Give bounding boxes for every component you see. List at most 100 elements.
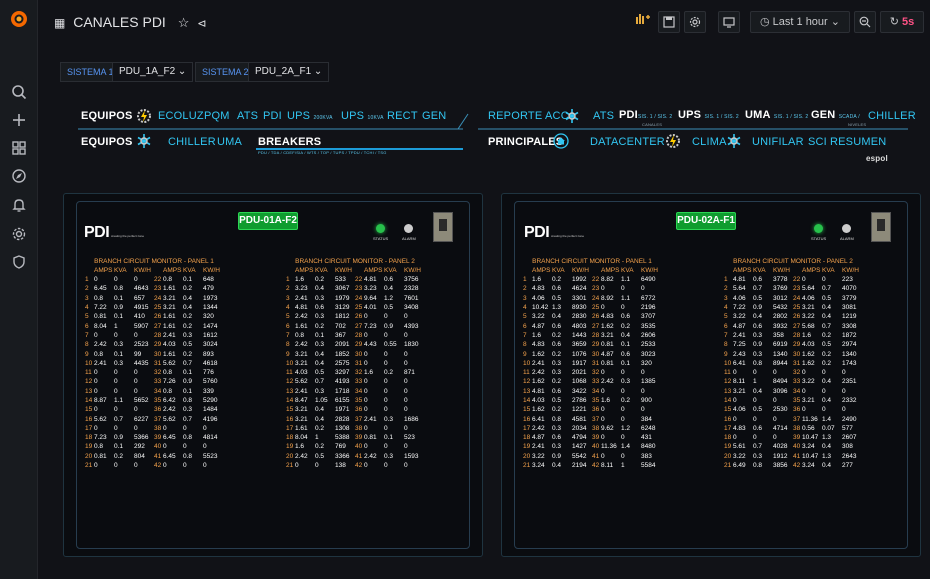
variable-select-sistema-1[interactable]: PDU_1A_F2 ⌄ (112, 62, 194, 82)
circuit-value: 0 (842, 406, 846, 414)
nav-link-datacenter[interactable]: DATACENTER (590, 136, 665, 148)
circuit-number: 1 (286, 276, 290, 284)
circuit-number: 7 (724, 331, 728, 339)
circuit-value: 3.22 (802, 378, 815, 386)
dashboard-title[interactable]: ▦ CANALES PDI ☆ ⊲ (54, 14, 206, 31)
nav-link-uma[interactable]: UMA (217, 136, 242, 148)
refresh-button[interactable]: ↻ 5s (880, 11, 924, 33)
circuit-value: 8930 (572, 304, 587, 312)
circuit-value: 0 (733, 397, 737, 404)
circuit-value: 0 (94, 462, 98, 470)
nav-link-unifilar[interactable]: UNIFILAR (752, 136, 804, 148)
circuit-value: 0 (94, 331, 98, 339)
search-icon[interactable] (10, 84, 28, 102)
circuit-value: 1912 (773, 452, 788, 460)
add-panel-icon[interactable] (632, 11, 654, 33)
tv-mode-icon[interactable] (718, 11, 740, 33)
circuit-number: 27 (793, 322, 801, 330)
circuit-number: 38 (355, 424, 363, 432)
circuit-value: 8494 (773, 378, 788, 386)
circuit-value: 2523 (134, 341, 149, 349)
circuit-number: 24 (355, 294, 363, 302)
circuit-value: 0 (404, 387, 408, 395)
circuit-value: 0.1 (114, 294, 124, 302)
nav-link-chiller-2[interactable]: CHILLER (868, 110, 916, 122)
circuit-value: 8.04 (295, 434, 308, 442)
circuit-value: 0 (404, 397, 408, 404)
nav-link-sci[interactable]: SCI (808, 136, 827, 148)
circuit-value: 1.1 (621, 294, 631, 302)
circuit-value: 0 (364, 359, 368, 367)
nav-link-ecoluz[interactable]: ECOLUZ (158, 110, 204, 122)
circuit-value: 6772 (641, 294, 656, 302)
nav-link-pqm[interactable]: PQM (204, 110, 230, 122)
star-icon[interactable]: ☆ (178, 15, 190, 30)
nav-link-resumen[interactable]: RESUMEN (830, 136, 886, 148)
circuit-value: 410 (134, 313, 145, 321)
circuit-value: 1 (621, 462, 625, 470)
gear-icon[interactable] (10, 226, 28, 244)
plus-icon[interactable] (10, 112, 28, 130)
shield-icon[interactable] (10, 254, 28, 272)
circuit-number: 35 (592, 397, 600, 404)
nav-link-uma-2[interactable]: UMA SIS. 1 / SIS. 2 (745, 109, 808, 121)
grafana-logo[interactable] (9, 9, 29, 29)
share-icon[interactable]: ⊲ (197, 18, 206, 30)
board-title: BRANCH CIRCUIT MONITOR - PANEL 2 (733, 257, 853, 265)
bell-icon[interactable] (10, 197, 28, 215)
nav-link-ups-10[interactable]: UPS 10KVA (341, 110, 384, 122)
nav-link-clima[interactable]: CLIMA (692, 136, 727, 148)
dashboards-icon[interactable] (10, 140, 28, 158)
nav-link-chiller[interactable]: CHILLER (168, 136, 216, 148)
circuit-value: 1076 (572, 350, 587, 358)
circuit-value: 4.87 (733, 322, 746, 330)
nav-link-reporte-acc[interactable]: REPORTE ACC (488, 110, 569, 122)
circuit-number: 12 (523, 378, 531, 386)
sidebar (0, 0, 38, 579)
circuit-number: 3 (286, 294, 290, 302)
circuit-number: 9 (286, 350, 290, 358)
circuit-value: 8.87 (94, 397, 107, 404)
nav-link-ats-2[interactable]: ATS (593, 110, 614, 122)
circuit-number: 17 (724, 424, 732, 432)
circuit-number: 1 (724, 276, 728, 284)
circuit-number: 36 (793, 406, 801, 414)
nav-link-rect[interactable]: RECT (387, 110, 418, 122)
home-icon[interactable] (553, 133, 569, 149)
time-range-picker[interactable]: ◷ Last 1 hour ⌄ (750, 11, 850, 33)
circuit-number: 17 (85, 424, 93, 432)
nav-link-breakers[interactable]: BREAKERS (258, 136, 321, 148)
circuit-value: 8.47 (295, 397, 308, 404)
circuit-number: 28 (592, 331, 600, 339)
circuit-value: 0 (641, 406, 645, 414)
nav-link-pdi[interactable]: PDI (263, 110, 282, 122)
circuit-value: 0.7 (822, 285, 832, 293)
nav-link-gen[interactable]: GEN (422, 110, 446, 122)
nav-link-ups-200[interactable]: UPS 200KVA (287, 110, 333, 122)
settings-icon[interactable] (684, 11, 706, 33)
circuit-value: 3.22 (532, 313, 545, 321)
zoom-out-icon[interactable] (854, 11, 876, 33)
nav-link-ups-2[interactable]: UPS SIS. 1 / SIS. 2 (678, 109, 739, 121)
navigation-panel: EQUIPOS ECOLUZ PQM ATS PDI UPS 200KVA UP… (58, 100, 920, 180)
nav-link-ats[interactable]: ATS (237, 110, 258, 122)
column-header: AMPS (532, 267, 551, 274)
save-icon[interactable] (658, 11, 680, 33)
breaker-row: 13 2.41 0.3 1718 34 0 0 0 (286, 387, 424, 396)
circuit-number: 1 (523, 276, 527, 284)
variable-select-sistema-2[interactable]: PDU_2A_F1 ⌄ (248, 62, 330, 82)
circuit-number: 28 (355, 331, 363, 339)
circuit-value: 1.4 (822, 415, 832, 423)
circuit-value: 0 (802, 406, 806, 414)
explore-icon[interactable] (10, 168, 28, 186)
circuit-number: 6 (85, 322, 89, 330)
nav-link-gen-2[interactable]: GEN SCADA / (811, 109, 860, 121)
breaker-row: 4 7.22 0.9 4915 25 3.21 0.4 1344 (85, 303, 223, 312)
circuit-value: 5523 (203, 452, 218, 460)
breaker-row: 17 0 0 0 38 0 0 0 (85, 424, 223, 433)
nav-link-pdi-2[interactable]: PDISIS. 1 / SIS. 2 (619, 109, 672, 121)
breaker-row: 12 1.62 0.2 1068 33 2.42 0.3 1385 (523, 377, 661, 386)
circuit-value: 0.07 (822, 424, 835, 432)
circuit-value: 1830 (404, 341, 419, 349)
circuit-value: 0.4 (822, 462, 832, 470)
